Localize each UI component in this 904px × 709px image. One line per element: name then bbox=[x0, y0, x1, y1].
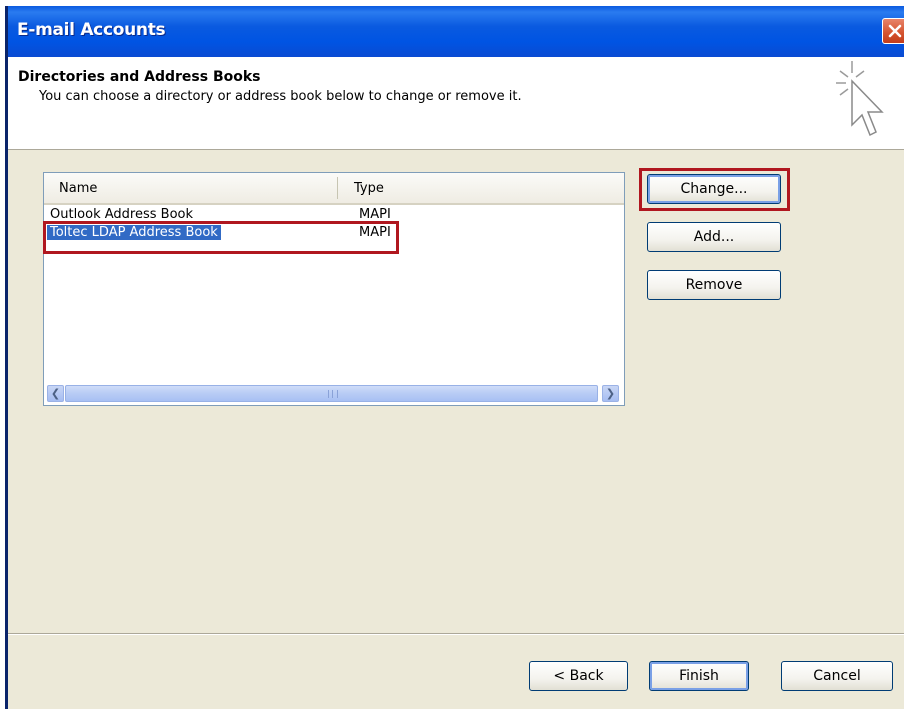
cancel-button[interactable]: Cancel bbox=[781, 661, 893, 691]
column-header-type[interactable]: Type bbox=[354, 181, 384, 196]
list-header: Name Type bbox=[44, 173, 624, 205]
page-subtitle: You can choose a directory or address bo… bbox=[39, 89, 522, 104]
title-bar[interactable]: E-mail Accounts bbox=[8, 6, 904, 57]
close-icon bbox=[888, 24, 902, 38]
email-accounts-dialog: E-mail Accounts Directories and Address … bbox=[5, 6, 904, 709]
grip-icon bbox=[328, 390, 338, 398]
column-divider[interactable] bbox=[337, 177, 338, 199]
back-button[interactable]: < Back bbox=[529, 661, 628, 691]
footer-divider bbox=[8, 633, 904, 635]
wizard-header: Directories and Address Books You can ch… bbox=[8, 57, 904, 150]
cursor-click-icon bbox=[836, 61, 884, 137]
page-title: Directories and Address Books bbox=[18, 69, 261, 85]
change-button[interactable]: Change... bbox=[647, 174, 781, 204]
address-book-list[interactable]: Name Type Outlook Address Book MAPI Tolt… bbox=[43, 172, 625, 406]
finish-button[interactable]: Finish bbox=[649, 661, 749, 691]
selected-row-highlight-box bbox=[43, 221, 399, 254]
column-header-name[interactable]: Name bbox=[59, 181, 97, 196]
scroll-right-button[interactable]: ❯ bbox=[602, 385, 619, 402]
horizontal-scrollbar[interactable]: ❮ ❯ bbox=[47, 385, 619, 402]
row-type: MAPI bbox=[359, 207, 391, 222]
close-button[interactable] bbox=[882, 18, 904, 44]
window-title: E-mail Accounts bbox=[17, 20, 166, 40]
remove-button[interactable]: Remove bbox=[647, 270, 781, 300]
add-button[interactable]: Add... bbox=[647, 222, 781, 252]
scrollbar-thumb[interactable] bbox=[65, 385, 598, 402]
row-name: Outlook Address Book bbox=[50, 207, 194, 222]
scroll-left-button[interactable]: ❮ bbox=[47, 385, 64, 402]
